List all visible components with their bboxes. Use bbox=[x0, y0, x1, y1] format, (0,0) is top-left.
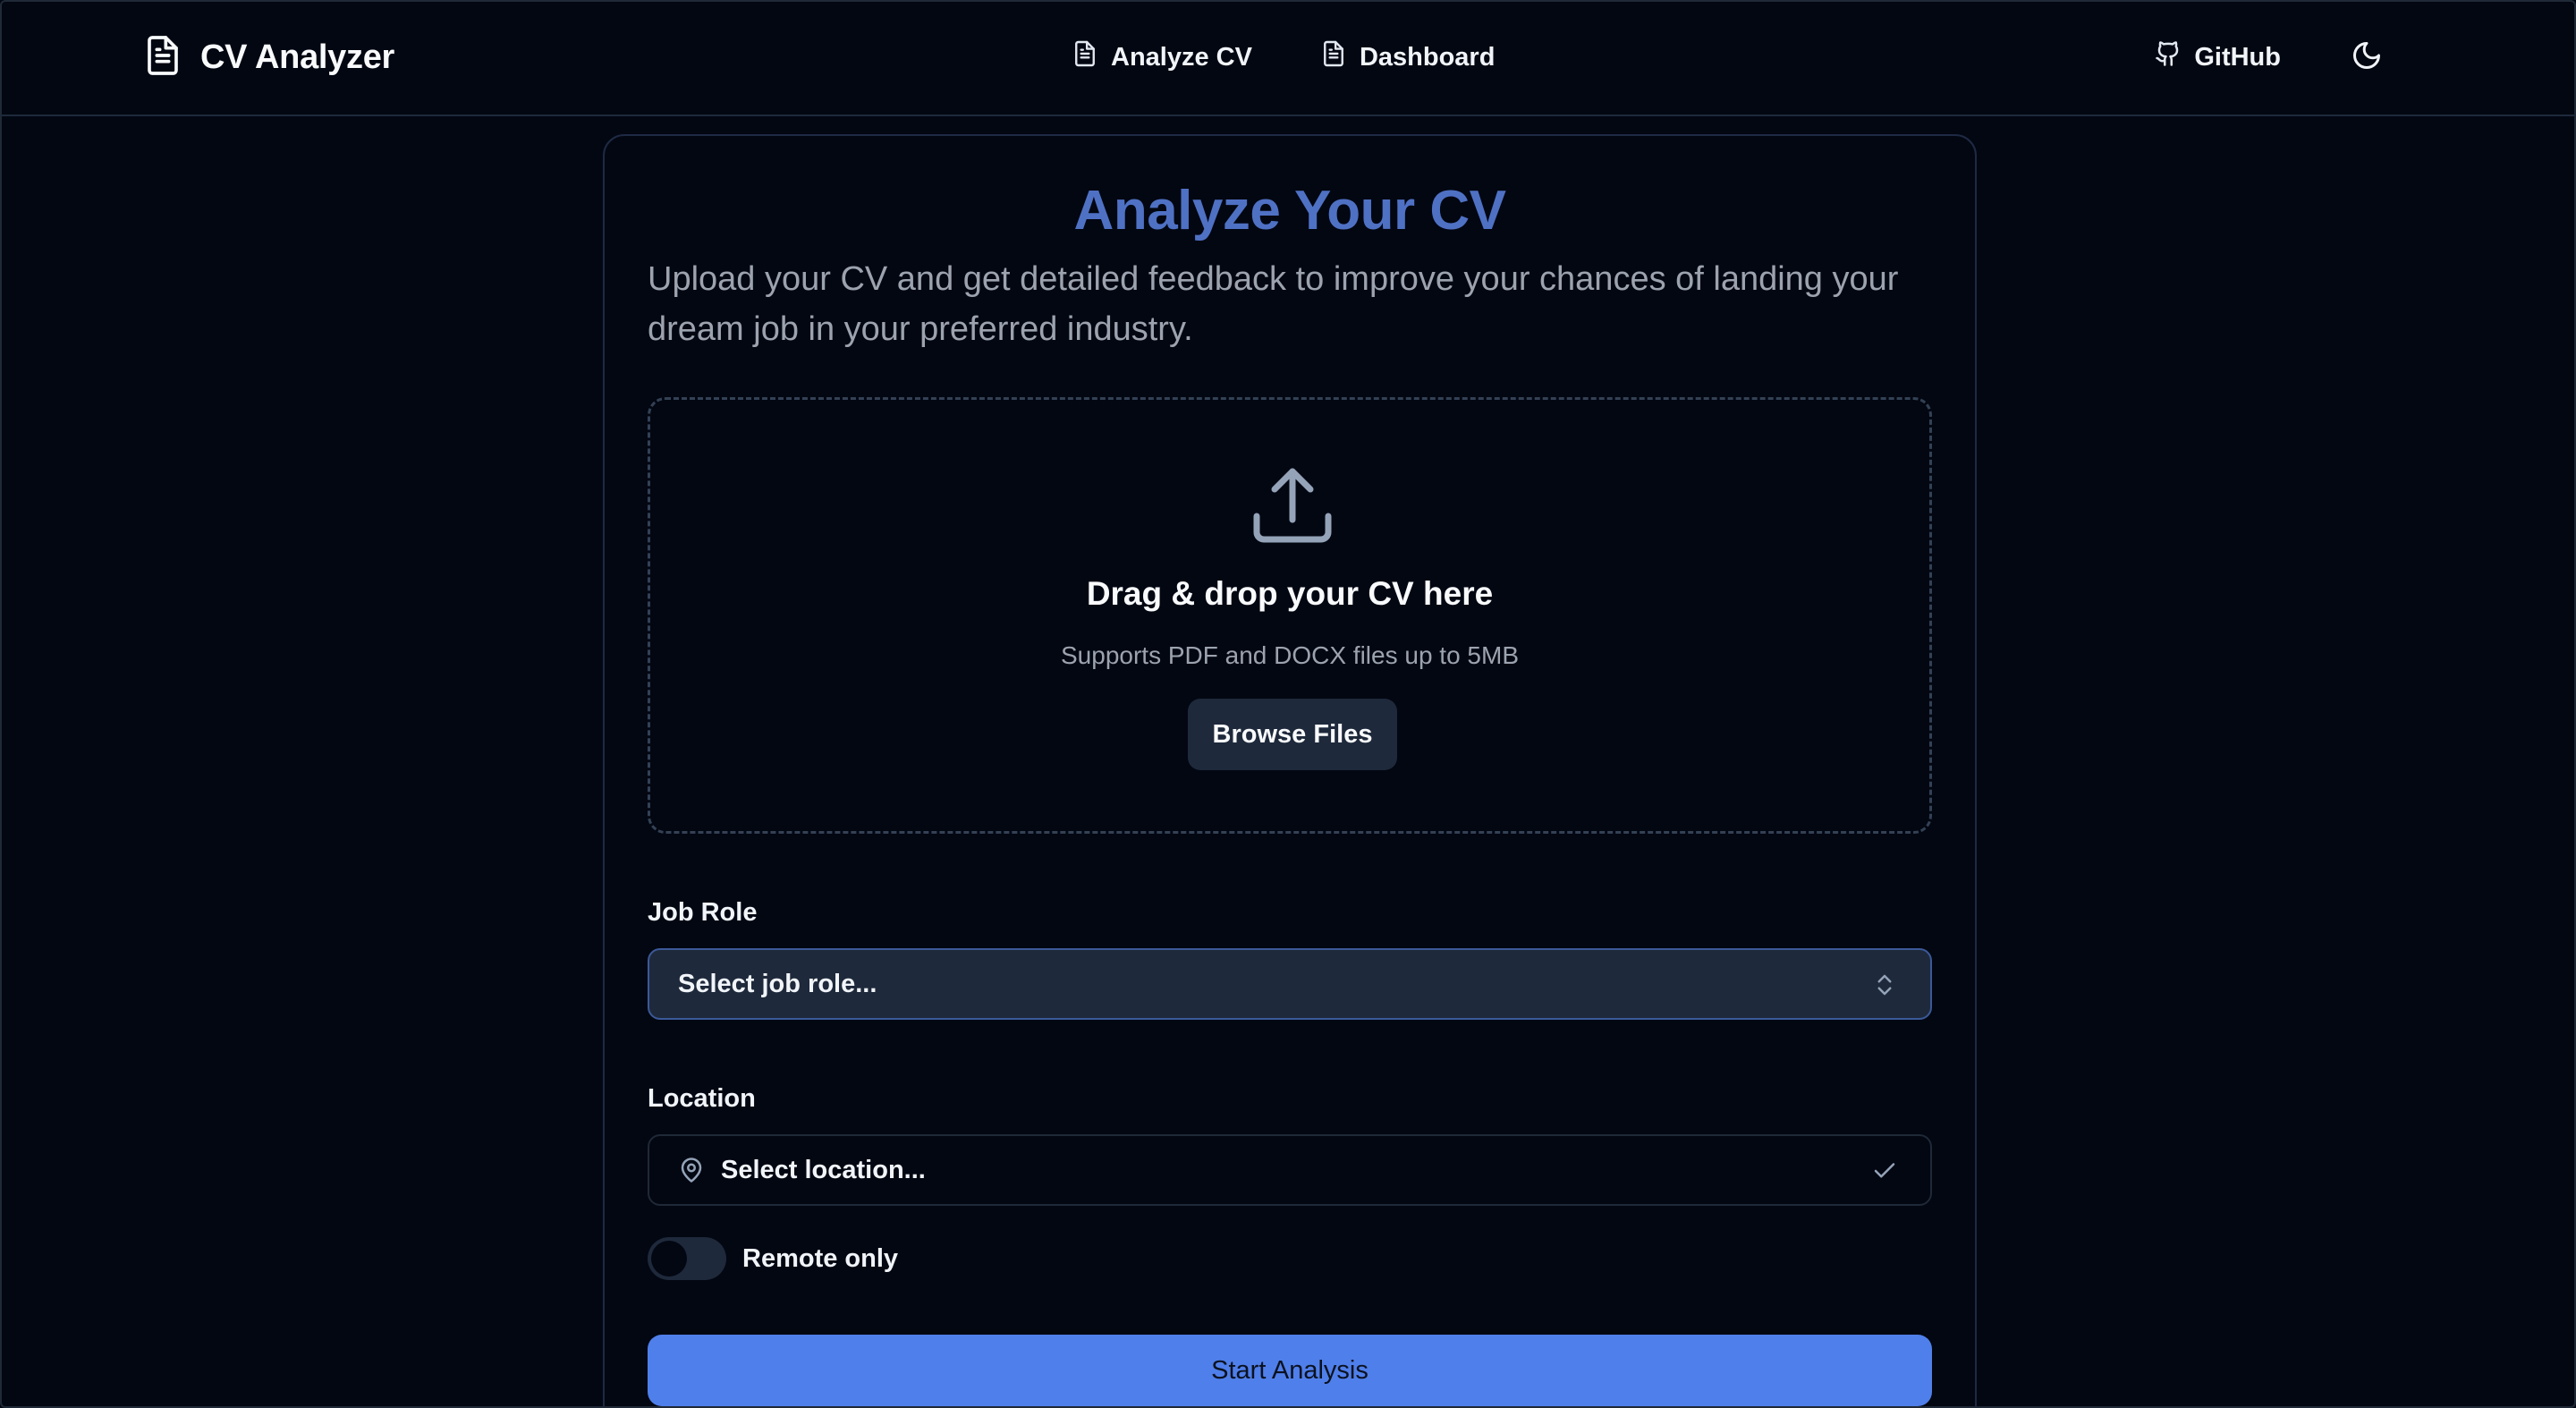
brand-title: CV Analyzer bbox=[200, 38, 395, 76]
location-label: Location bbox=[648, 1084, 756, 1113]
header-actions: GitHub bbox=[2155, 34, 2386, 81]
job-role-placeholder: Select job role... bbox=[678, 969, 877, 998]
job-role-label: Job Role bbox=[648, 898, 758, 927]
dropzone-subtitle: Supports PDF and DOCX files up to 5MB bbox=[1061, 641, 1519, 669]
app-window: CV Analyzer Analyze CV Dashboard GitHub … bbox=[0, 0, 2576, 1408]
remote-only-toggle[interactable] bbox=[648, 1237, 726, 1280]
nav-dashboard[interactable]: Dashboard bbox=[1322, 39, 1495, 75]
file-text-icon bbox=[1322, 39, 1345, 75]
page-title: Analyze Your CV bbox=[1073, 180, 1506, 242]
top-navbar: CV Analyzer Analyze CV Dashboard GitHub bbox=[2, 2, 2574, 116]
browse-files-button[interactable]: Browse Files bbox=[1188, 699, 1397, 770]
upload-icon bbox=[1251, 464, 1334, 545]
theme-toggle-button[interactable] bbox=[2347, 38, 2386, 77]
location-select[interactable]: Select location... bbox=[648, 1134, 1932, 1206]
dropzone-title: Drag & drop your CV here bbox=[1086, 575, 1494, 612]
github-link[interactable]: GitHub bbox=[2155, 39, 2281, 75]
nav-analyze-cv[interactable]: Analyze CV bbox=[1073, 39, 1252, 75]
moon-icon bbox=[2351, 39, 2383, 76]
github-icon bbox=[2155, 39, 2182, 75]
chevrons-up-down-icon bbox=[1871, 971, 1898, 998]
cv-dropzone[interactable]: Drag & drop your CV here Supports PDF an… bbox=[648, 397, 1932, 834]
main-nav: Analyze CV Dashboard bbox=[1073, 34, 1495, 81]
toggle-knob bbox=[651, 1241, 687, 1277]
map-pin-icon bbox=[678, 1157, 705, 1183]
brand[interactable]: CV Analyzer bbox=[145, 32, 394, 82]
remote-only-label: Remote only bbox=[742, 1243, 899, 1273]
remote-only-row: Remote only bbox=[648, 1236, 898, 1281]
location-placeholder: Select location... bbox=[721, 1155, 926, 1184]
page-description: Upload your CV and get detailed feedback… bbox=[648, 260, 1899, 348]
job-role-select[interactable]: Select job role... bbox=[648, 948, 1932, 1020]
start-analysis-button[interactable]: Start Analysis bbox=[648, 1335, 1932, 1406]
file-text-icon bbox=[145, 34, 181, 81]
check-icon bbox=[1871, 1158, 1898, 1184]
github-label: GitHub bbox=[2194, 42, 2281, 72]
nav-label: Analyze CV bbox=[1111, 42, 1252, 72]
file-text-icon bbox=[1073, 39, 1097, 75]
analyze-card: Analyze Your CV Upload your CV and get d… bbox=[603, 134, 1977, 1406]
nav-label: Dashboard bbox=[1359, 42, 1496, 72]
